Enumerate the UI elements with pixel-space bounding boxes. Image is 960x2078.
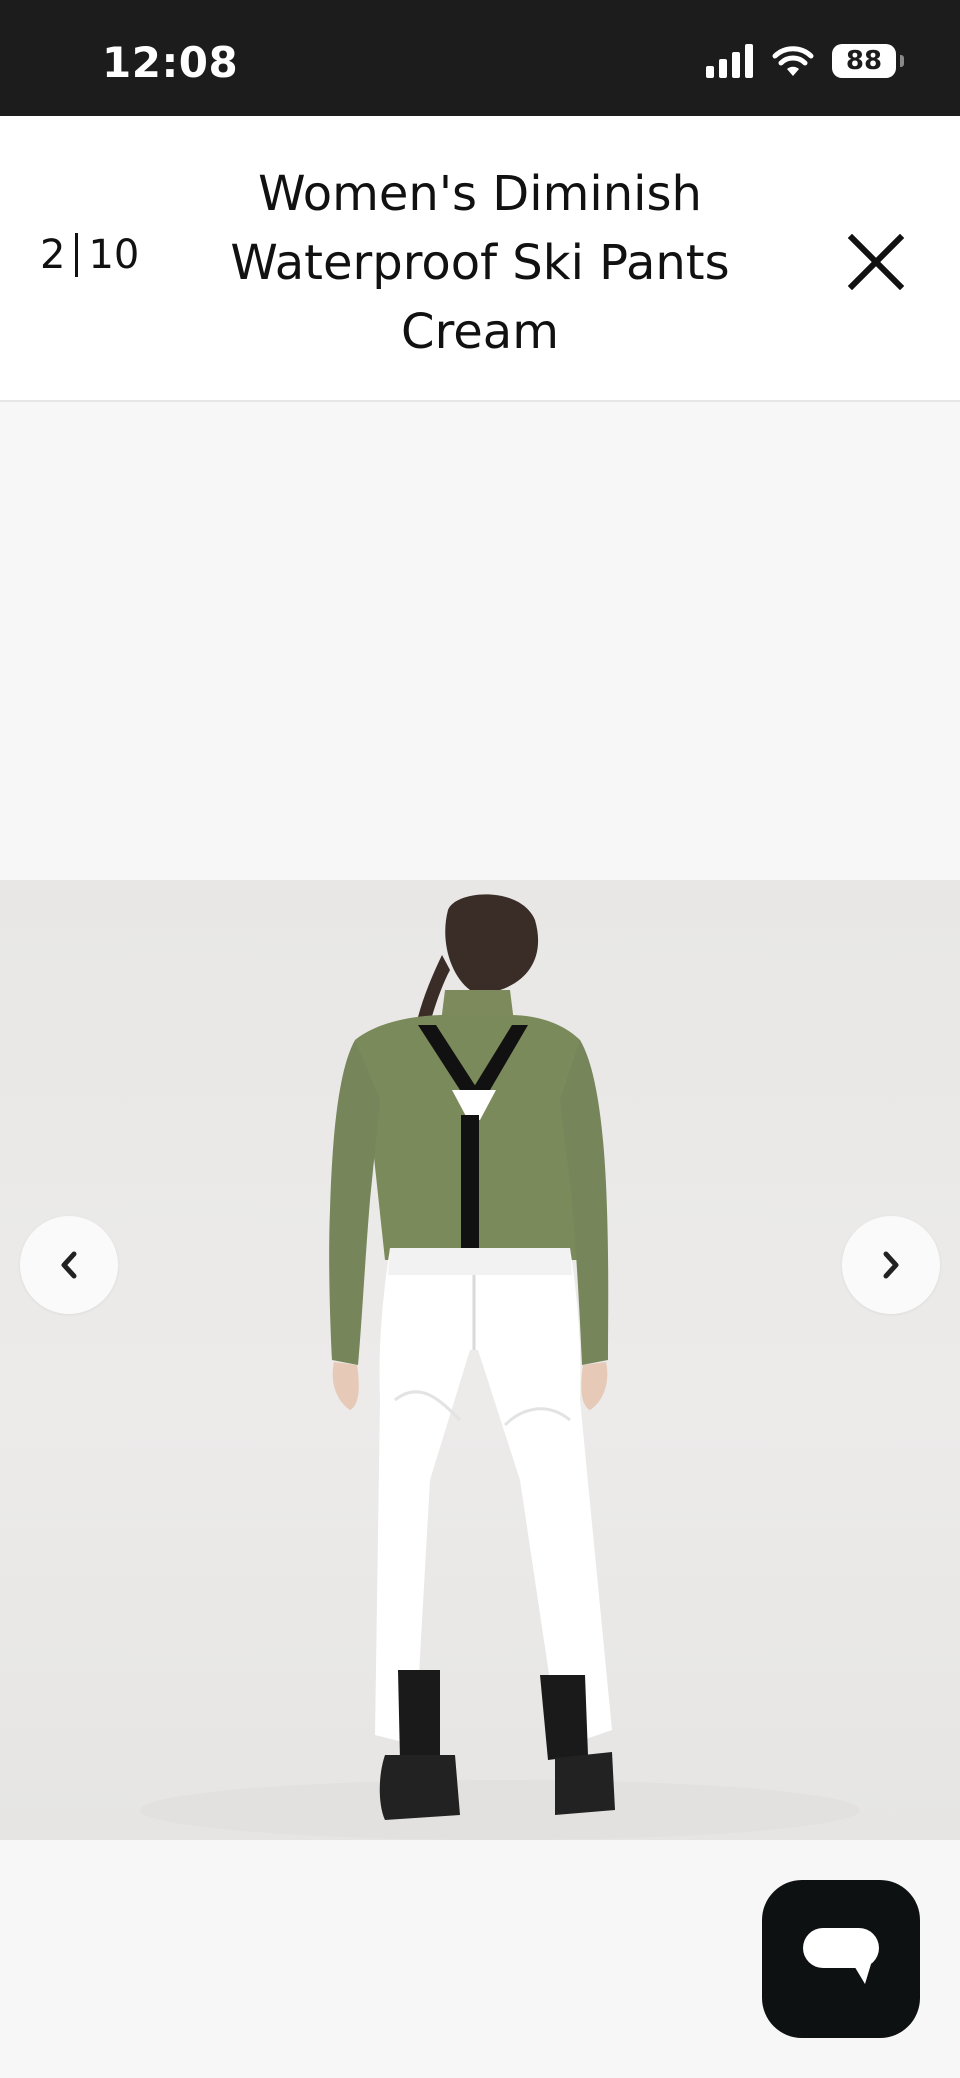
prev-image-button[interactable] xyxy=(20,1216,118,1314)
product-title: Women's Diminish Waterproof Ski Pants Cr… xyxy=(200,160,760,367)
close-icon xyxy=(848,234,904,290)
chat-bubble-icon xyxy=(803,1928,879,1984)
counter-divider xyxy=(75,233,79,277)
status-icons: 88 xyxy=(706,44,904,78)
close-button[interactable] xyxy=(842,228,910,296)
product-photo xyxy=(140,894,860,1840)
status-time: 12:08 xyxy=(102,38,239,87)
product-image xyxy=(0,880,960,1840)
wifi-icon xyxy=(772,46,814,76)
gallery-top-space xyxy=(0,402,960,880)
product-title-line-1: Women's Diminish xyxy=(258,166,702,222)
header: 2 10 Women's Diminish Waterproof Ski Pan… xyxy=(0,116,960,402)
counter-current: 2 xyxy=(40,232,66,278)
next-image-button[interactable] xyxy=(842,1216,940,1314)
product-title-line-2: Waterproof Ski Pants xyxy=(230,235,730,291)
product-title-line-3: Cream xyxy=(401,304,559,360)
signal-icon xyxy=(706,44,753,78)
chat-button[interactable] xyxy=(762,1880,920,2038)
status-bar: 12:08 88 xyxy=(0,0,960,116)
battery-level: 88 xyxy=(845,46,883,76)
battery-icon: 88 xyxy=(832,44,904,78)
chevron-left-icon xyxy=(61,1251,77,1279)
image-counter: 2 10 xyxy=(40,232,139,278)
chevron-right-icon xyxy=(883,1251,899,1279)
counter-total: 10 xyxy=(88,232,140,278)
